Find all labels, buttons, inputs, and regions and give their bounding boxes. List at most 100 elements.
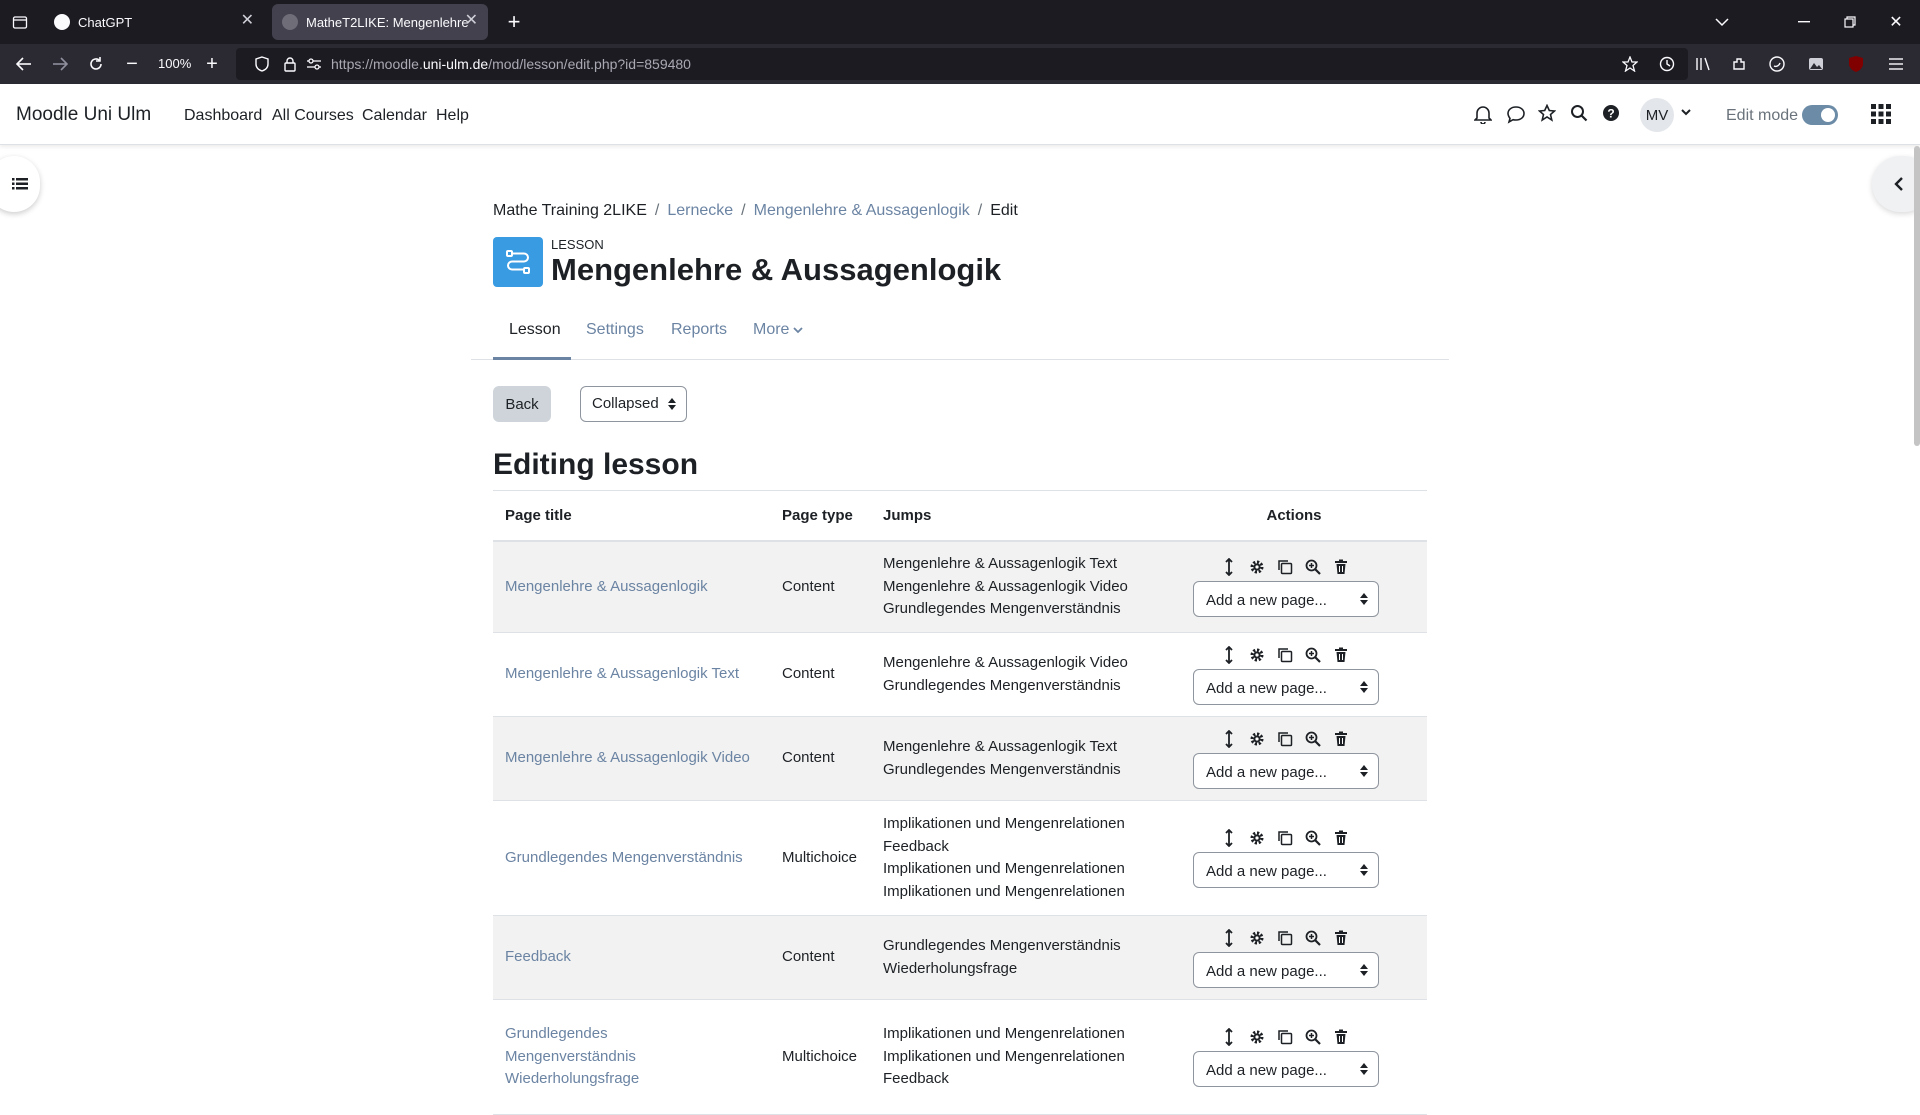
library-icon[interactable] xyxy=(1689,50,1717,78)
app-menu-icon[interactable] xyxy=(1882,50,1910,78)
tracking-shield-icon[interactable] xyxy=(248,50,276,78)
preview-zoom-icon[interactable] xyxy=(1303,1027,1323,1047)
user-avatar[interactable]: MV xyxy=(1640,98,1674,132)
copy-icon[interactable] xyxy=(1275,1027,1295,1047)
page-title-link[interactable]: Mengenlehre & Aussagenlogik Video xyxy=(505,749,750,766)
action-icons xyxy=(1219,645,1379,665)
user-menu-chevron-down-icon[interactable] xyxy=(1680,106,1700,126)
zoom-level[interactable]: 100% xyxy=(158,56,191,71)
close-tab-icon[interactable]: ✕ xyxy=(241,13,254,29)
preview-zoom-icon[interactable] xyxy=(1303,928,1323,948)
add-new-page-select[interactable]: Add a new page... xyxy=(1193,668,1379,705)
preview-zoom-icon[interactable] xyxy=(1303,729,1323,749)
search-icon[interactable] xyxy=(1570,104,1590,124)
page-title-link[interactable]: Grundlegendes Mengenverständnis Wiederho… xyxy=(505,1025,639,1087)
new-tab-icon[interactable]: + xyxy=(500,8,528,36)
gear-icon[interactable] xyxy=(1247,645,1267,665)
add-new-page-select[interactable]: Add a new page... xyxy=(1193,1051,1379,1087)
nav-all-courses[interactable]: All Courses xyxy=(272,107,354,125)
nav-calendar[interactable]: Calendar xyxy=(362,107,427,125)
jump-target: Mengenlehre & Aussagenlogik Text xyxy=(883,738,1118,755)
page-title-link[interactable]: Mengenlehre & Aussagenlogik xyxy=(505,578,708,595)
copy-icon[interactable] xyxy=(1275,928,1295,948)
trash-icon[interactable] xyxy=(1331,828,1351,848)
breadcrumb-item[interactable]: Lernecke xyxy=(667,202,733,219)
sync-account-icon[interactable] xyxy=(1763,50,1791,78)
zoom-in-icon[interactable]: + xyxy=(198,50,226,78)
tab-lesson[interactable]: Lesson xyxy=(509,321,561,339)
copy-icon[interactable] xyxy=(1275,729,1295,749)
edit-mode-toggle[interactable] xyxy=(1802,105,1838,125)
move-icon[interactable] xyxy=(1219,729,1239,749)
address-bar[interactable]: https://moodle.uni-ulm.de/mod/lesson/edi… xyxy=(236,48,1688,80)
bookmark-star-icon[interactable] xyxy=(1616,50,1644,78)
close-tab-icon[interactable]: ✕ xyxy=(465,13,478,29)
copy-icon[interactable] xyxy=(1275,645,1295,665)
trash-icon[interactable] xyxy=(1331,557,1351,577)
minimize-window-icon[interactable] xyxy=(1790,8,1818,36)
nav-dashboard[interactable]: Dashboard xyxy=(184,107,262,125)
add-new-page-select[interactable]: Add a new page... xyxy=(1193,752,1379,789)
reload-icon[interactable] xyxy=(82,50,110,78)
page-title-link[interactable]: Feedback xyxy=(505,948,571,965)
preview-zoom-icon[interactable] xyxy=(1303,645,1323,665)
breadcrumb-item[interactable]: Mathe Training 2LIKE xyxy=(493,202,647,219)
zoom-out-icon[interactable]: − xyxy=(118,50,146,78)
trash-icon[interactable] xyxy=(1331,928,1351,948)
move-icon[interactable] xyxy=(1219,928,1239,948)
move-icon[interactable] xyxy=(1219,828,1239,848)
trash-icon[interactable] xyxy=(1331,1027,1351,1047)
breadcrumb-item[interactable]: Mengenlehre & Aussagenlogik xyxy=(754,202,970,219)
gear-icon[interactable] xyxy=(1247,557,1267,577)
preview-zoom-icon[interactable] xyxy=(1303,828,1323,848)
move-icon[interactable] xyxy=(1219,1027,1239,1047)
page-scrollbar[interactable] xyxy=(1914,146,1920,446)
page-title-link[interactable]: Grundlegendes Mengenverständnis xyxy=(505,849,743,866)
nav-help[interactable]: Help xyxy=(436,107,469,125)
gear-icon[interactable] xyxy=(1247,1027,1267,1047)
ublock-origin-icon[interactable] xyxy=(1842,50,1870,78)
tab-more[interactable]: More xyxy=(753,321,804,339)
restore-window-icon[interactable] xyxy=(1836,8,1864,36)
help-icon[interactable]: ? xyxy=(1602,104,1622,124)
actions-group: Add a new page... xyxy=(1193,828,1379,888)
trash-icon[interactable] xyxy=(1331,729,1351,749)
gear-icon[interactable] xyxy=(1247,928,1267,948)
forward-arrow-icon[interactable] xyxy=(46,50,74,78)
starred-icon[interactable] xyxy=(1538,104,1558,124)
tab-reports[interactable]: Reports xyxy=(671,321,727,339)
page-title-link[interactable]: Mengenlehre & Aussagenlogik Text xyxy=(505,665,739,682)
tab-settings[interactable]: Settings xyxy=(586,321,644,339)
close-window-icon[interactable]: ✕ xyxy=(1882,8,1910,36)
back-arrow-icon[interactable] xyxy=(10,50,38,78)
gear-icon[interactable] xyxy=(1247,729,1267,749)
gear-icon[interactable] xyxy=(1247,828,1267,848)
extensions-icon[interactable] xyxy=(1725,50,1753,78)
notifications-bell-icon[interactable] xyxy=(1474,104,1494,124)
add-new-page-select[interactable]: Add a new page... xyxy=(1193,580,1379,617)
back-button[interactable]: Back xyxy=(493,386,551,422)
move-icon[interactable] xyxy=(1219,645,1239,665)
column-header-page-type: Page type xyxy=(770,490,871,542)
course-index-toggle[interactable] xyxy=(0,156,40,212)
add-new-page-select[interactable]: Add a new page... xyxy=(1193,951,1379,988)
copy-icon[interactable] xyxy=(1275,828,1295,848)
site-brand[interactable]: Moodle Uni Ulm xyxy=(16,104,151,126)
preview-zoom-icon[interactable] xyxy=(1303,557,1323,577)
apps-grid-icon[interactable] xyxy=(1870,103,1891,124)
list-all-tabs-icon[interactable] xyxy=(1708,8,1736,36)
tab-lesson[interactable]: MatheT2LIKE: Mengenlehre & Aussagenlogik… xyxy=(272,4,488,40)
tab-list-icon[interactable] xyxy=(6,8,34,36)
view-mode-select[interactable]: Collapsed xyxy=(580,386,687,422)
messages-icon[interactable] xyxy=(1506,104,1526,124)
trash-icon[interactable] xyxy=(1331,645,1351,665)
extension-image-icon[interactable] xyxy=(1802,50,1830,78)
permissions-icon[interactable] xyxy=(300,50,328,78)
history-icon[interactable] xyxy=(1653,50,1681,78)
move-icon[interactable] xyxy=(1219,557,1239,577)
block-drawer-toggle[interactable] xyxy=(1872,156,1920,212)
copy-icon[interactable] xyxy=(1275,557,1295,577)
jump-target: Grundlegendes Mengenverständnis xyxy=(883,937,1121,954)
add-new-page-select[interactable]: Add a new page... xyxy=(1193,852,1379,888)
tab-chatgpt[interactable]: ChatGPT ✕ xyxy=(44,4,264,40)
